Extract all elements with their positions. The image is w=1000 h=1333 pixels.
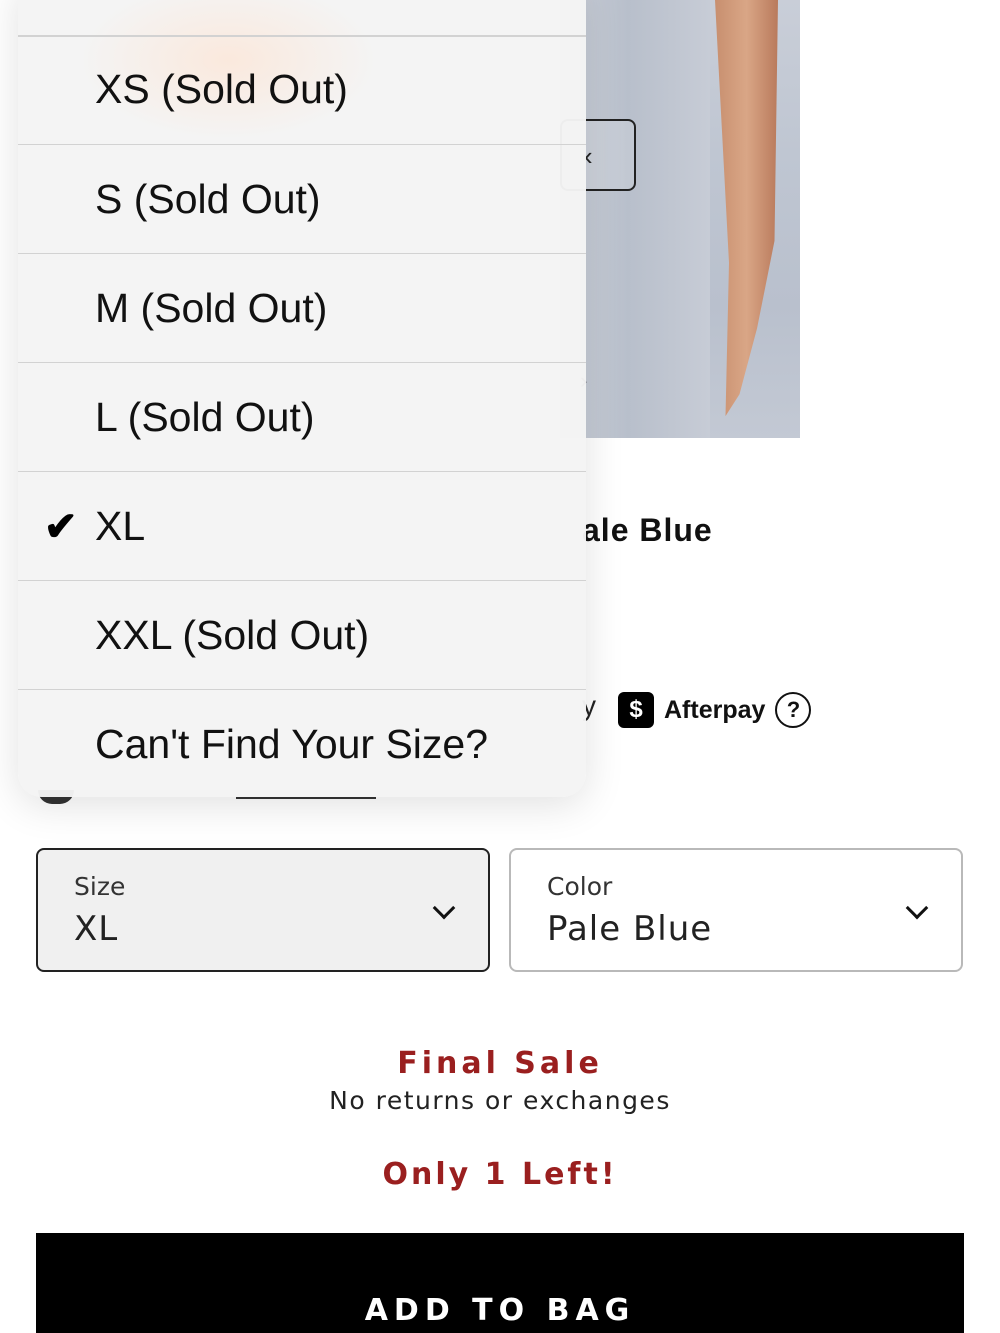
size-option-cant-find[interactable]: Can't Find Your Size? [18, 689, 586, 797]
image-bottom-edge [560, 438, 1000, 458]
no-returns-note: No returns or exchanges [329, 1086, 671, 1115]
afterpay-row: $ Afterpay ? [618, 690, 812, 730]
stock-note: Only 1 Left! [382, 1157, 618, 1192]
help-circle-icon[interactable]: ? [775, 692, 812, 728]
size-select[interactable]: Size XL [36, 848, 490, 972]
size-option-s[interactable]: S (Sold Out) [18, 144, 586, 253]
afterpay-label: Afterpay [664, 695, 766, 724]
add-to-bag-button[interactable]: ADD TO BAG [36, 1233, 964, 1333]
size-option-label: Can't Find Your Size? [95, 720, 489, 767]
size-option-xs[interactable]: XS (Sold Out) [18, 35, 586, 144]
link-underline[interactable] [236, 797, 376, 799]
color-select-value: Pale Blue [547, 909, 713, 949]
color-select-label: Color [547, 872, 613, 901]
size-option-label: M (Sold Out) [95, 284, 328, 331]
menu-divider [18, 35, 586, 37]
size-option-l[interactable]: L (Sold Out) [18, 362, 586, 471]
size-select-value: XL [74, 909, 119, 949]
product-title: ale Blue [582, 512, 713, 548]
size-option-xxl[interactable]: XXL (Sold Out) [18, 580, 586, 689]
size-option-label: XS (Sold Out) [95, 66, 348, 112]
size-select-label: Size [74, 872, 126, 901]
size-option-label: S (Sold Out) [95, 175, 321, 222]
model-arm [715, 0, 778, 417]
afterpay-logo-icon: $ [618, 692, 654, 728]
size-option-xl[interactable]: ✔ XL [18, 471, 586, 580]
checkmark-icon: ✔ [44, 505, 78, 549]
size-dropdown-menu: XS (Sold Out) S (Sold Out) M (Sold Out) … [18, 0, 586, 797]
size-option-m[interactable]: M (Sold Out) [18, 253, 586, 362]
product-image [560, 0, 800, 438]
size-option-label: L (Sold Out) [95, 393, 315, 440]
size-option-label: XL [95, 502, 146, 549]
color-select[interactable]: Color Pale Blue [509, 848, 963, 972]
final-sale-label: Final Sale [397, 1046, 603, 1081]
size-option-label: XXL (Sold Out) [95, 611, 370, 658]
